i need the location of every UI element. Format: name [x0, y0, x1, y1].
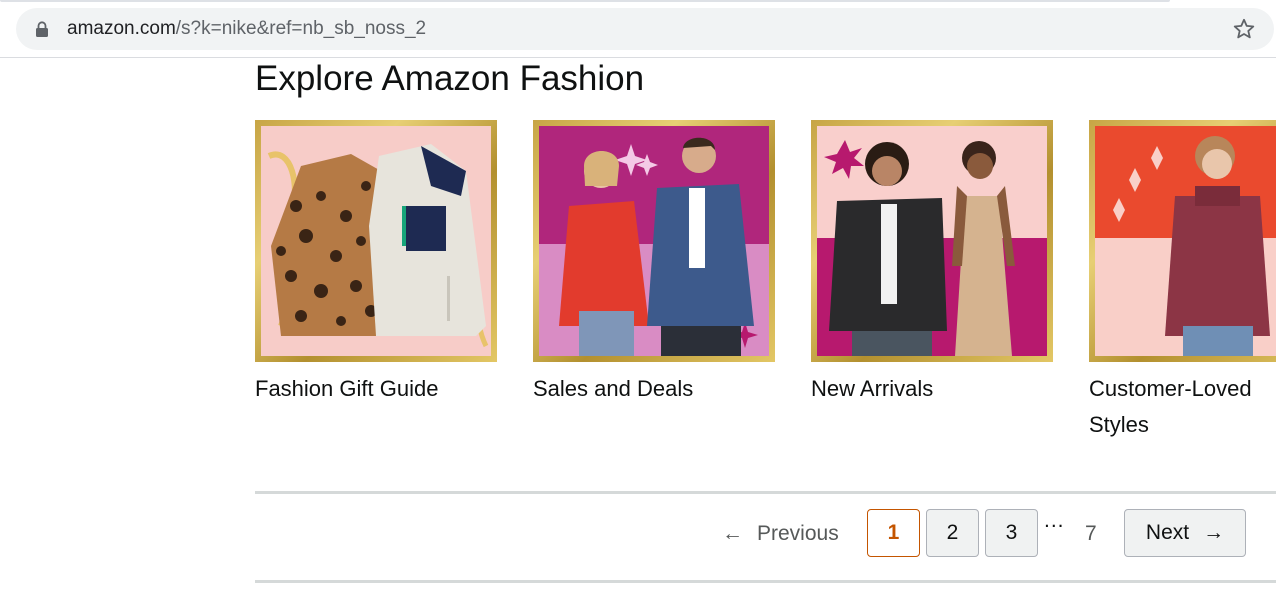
card-label[interactable]: New Arrivals — [811, 371, 1011, 407]
card-image-frame — [255, 120, 497, 362]
card-fashion-gift-guide[interactable]: Fashion Gift Guide — [255, 120, 497, 407]
bookmark-star-icon[interactable] — [1232, 17, 1256, 41]
card-new-arrivals[interactable]: New Arrivals — [811, 120, 1053, 407]
model-illustration — [1113, 136, 1270, 356]
right-arrow-icon: → — [1203, 521, 1225, 544]
pagination-ellipsis: ... — [1044, 509, 1065, 532]
models-illustration — [824, 140, 1015, 356]
pagination-divider-top — [255, 491, 1276, 494]
fleece-jackets-image — [261, 126, 491, 356]
page-2-button[interactable]: 2 — [926, 509, 979, 557]
section-title: Explore Amazon Fashion — [255, 59, 645, 98]
card-sales-and-deals[interactable]: Sales and Deals — [533, 120, 775, 407]
url-host: amazon.com — [67, 18, 176, 39]
card-image-frame — [811, 120, 1053, 362]
tab-strip-edge — [0, 0, 1170, 2]
url-text[interactable]: amazon.com/s?k=nike&ref=nb_sb_noss_2 — [67, 18, 426, 40]
page-1-button[interactable]: 1 — [867, 509, 920, 557]
page-3-button[interactable]: 3 — [985, 509, 1038, 557]
customer-loved-image — [1095, 126, 1276, 356]
url-path: /s?k=nike&ref=nb_sb_noss_2 — [175, 18, 427, 39]
page-7-link: 7 — [1085, 522, 1097, 545]
models-illustration — [559, 137, 758, 356]
previous-label: Previous — [757, 522, 839, 545]
left-arrow-icon: ← — [722, 522, 743, 545]
new-arrivals-image — [817, 126, 1047, 356]
card-image-frame — [533, 120, 775, 362]
browser-toolbar: amazon.com/s?k=nike&ref=nb_sb_noss_2 — [0, 0, 1276, 58]
jackets-illustration — [267, 144, 489, 348]
address-bar[interactable]: amazon.com/s?k=nike&ref=nb_sb_noss_2 — [16, 8, 1274, 50]
next-label: Next — [1145, 521, 1190, 544]
pagination-divider-bottom — [255, 580, 1276, 583]
previous-page-link[interactable]: ← Previous — [722, 509, 839, 559]
card-image-frame — [1089, 120, 1276, 362]
lock-icon[interactable] — [35, 21, 49, 37]
card-label[interactable]: Fashion Gift Guide — [255, 371, 455, 407]
sales-models-image — [539, 126, 769, 356]
card-customer-loved-styles[interactable]: Customer-Loved Styles — [1089, 120, 1276, 443]
next-page-button[interactable]: Next → — [1124, 509, 1246, 557]
card-label[interactable]: Sales and Deals — [533, 371, 733, 407]
card-label[interactable]: Customer-Loved Styles — [1089, 371, 1276, 443]
